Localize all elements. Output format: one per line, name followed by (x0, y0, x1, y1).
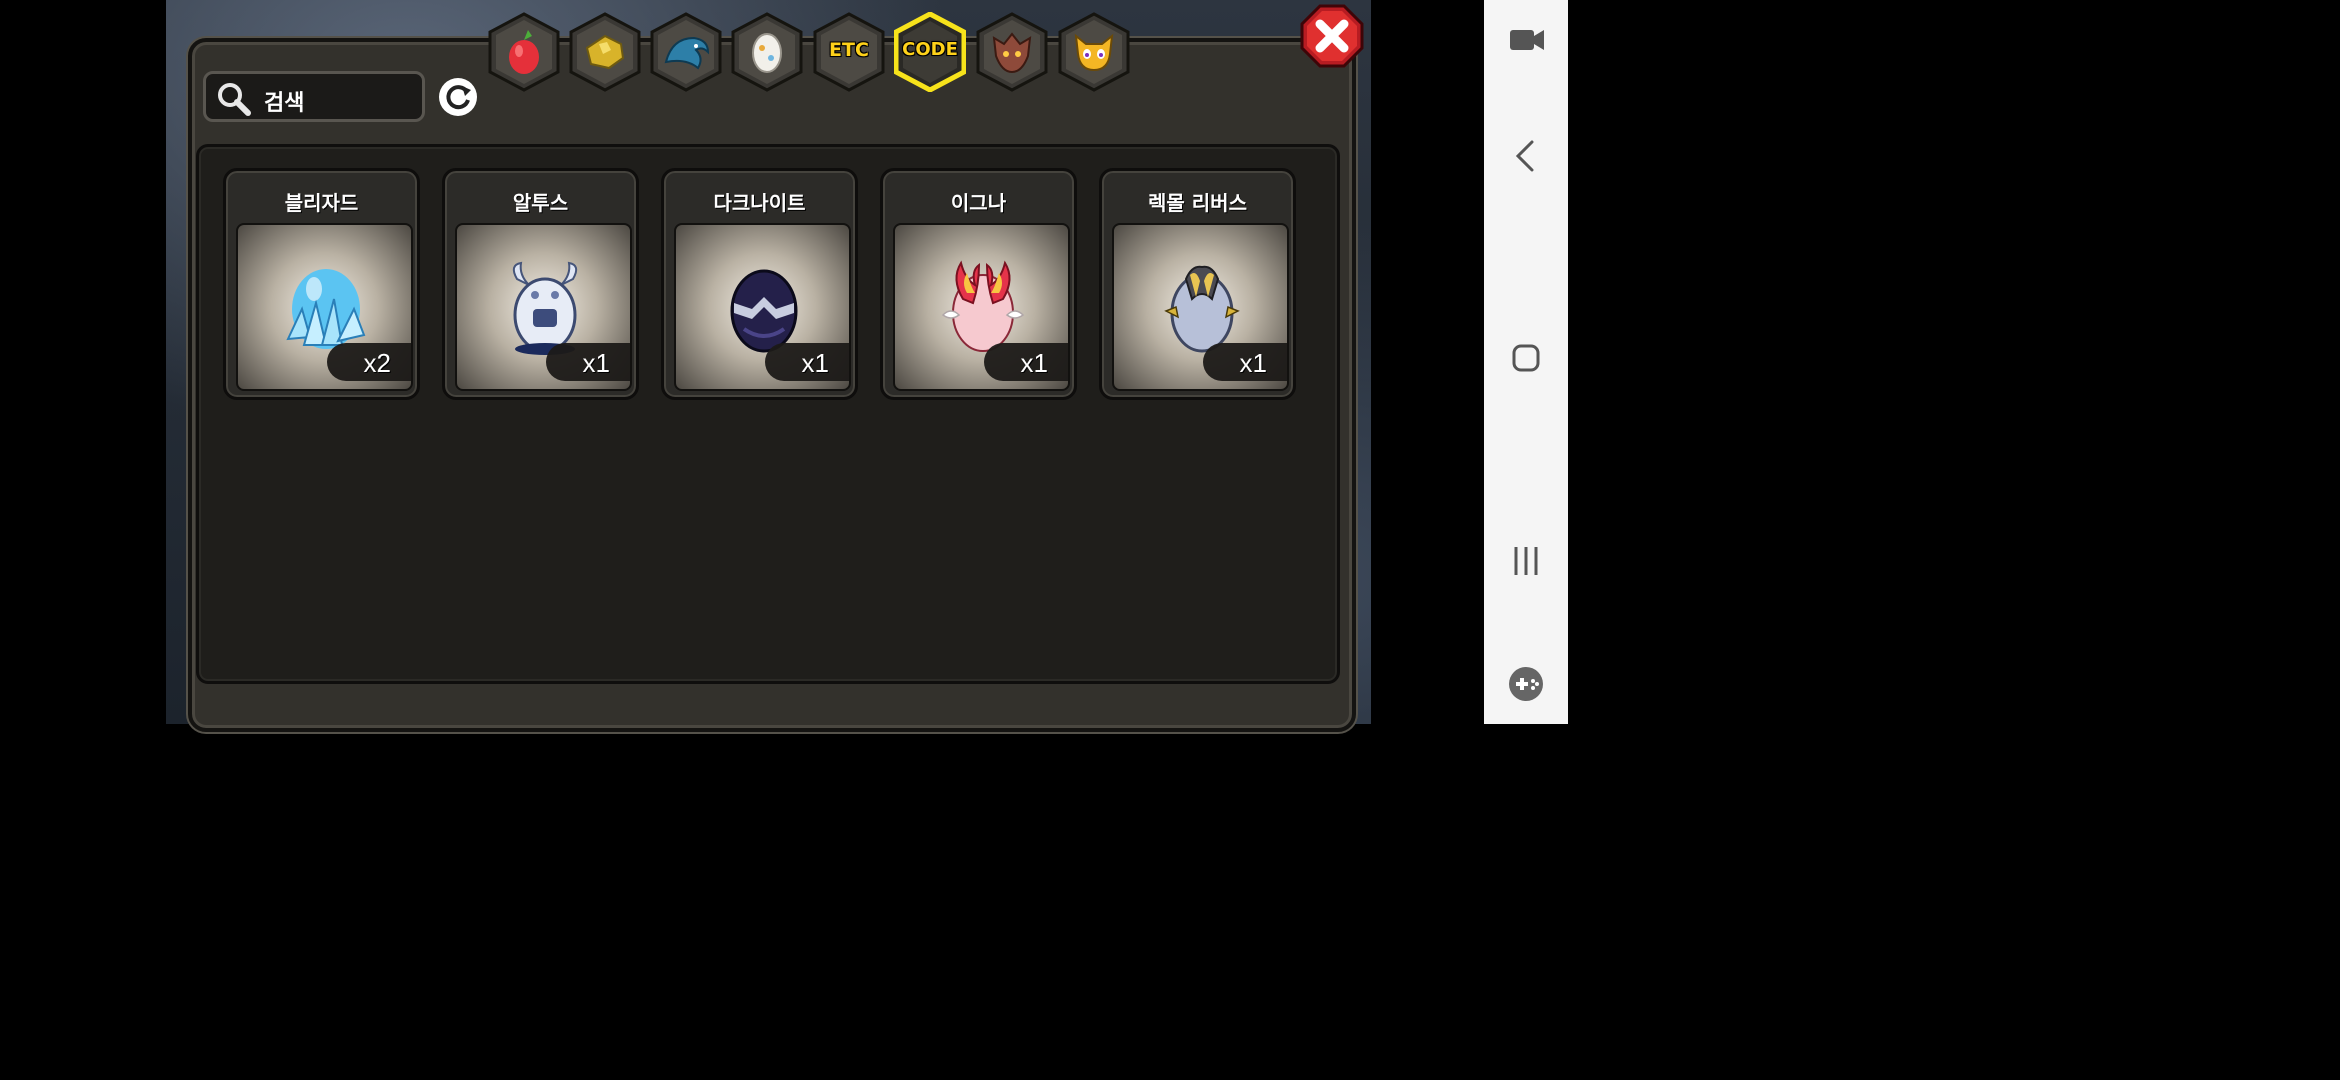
tab-egg[interactable] (731, 12, 803, 92)
item-frame: x1 (893, 223, 1070, 391)
item-frame: x2 (236, 223, 413, 391)
item-count: x2 (363, 348, 391, 378)
tab-beast[interactable] (976, 12, 1048, 92)
tab-code[interactable]: CODE (894, 12, 966, 92)
item-name: 블리자드 (284, 191, 359, 215)
tab-etc[interactable]: ETC (813, 12, 885, 92)
code-icon: CODE (902, 39, 958, 60)
pet-face-icon (1074, 33, 1114, 72)
red-fruit-icon (509, 30, 539, 74)
blue-dragon-icon (664, 36, 710, 70)
item-card-altus[interactable]: 알투스 x1 (442, 168, 639, 400)
item-frame: x1 (674, 223, 851, 391)
search-icon (218, 83, 251, 116)
tab-dragon[interactable] (650, 12, 722, 92)
game-tools-icon[interactable] (1506, 664, 1546, 704)
item-frame: x1 (455, 223, 632, 391)
item-count: x1 (801, 348, 829, 378)
item-name: 이그나 (950, 191, 1007, 215)
item-count: x1 (1020, 348, 1048, 378)
tab-material[interactable] (569, 12, 641, 92)
search-input[interactable]: 검색 (203, 71, 425, 122)
item-count: x1 (582, 348, 610, 378)
back-icon[interactable] (1506, 136, 1546, 176)
item-name: 렉몰 리버스 (1148, 191, 1247, 215)
video-camera-icon[interactable] (1506, 20, 1546, 60)
search-placeholder: 검색 (264, 91, 305, 116)
egg-icon (752, 33, 782, 73)
refresh-icon[interactable] (437, 76, 479, 118)
system-nav-bar (1484, 0, 1568, 724)
item-card-rexmol-reverse[interactable]: 렉몰 리버스 x1 (1099, 168, 1296, 400)
item-card-igna[interactable]: 이그나 x1 (880, 168, 1077, 400)
close-button[interactable] (1300, 4, 1364, 68)
gold-ore-icon (585, 34, 625, 70)
item-frame: x1 (1112, 223, 1289, 391)
etc-icon: ETC (829, 39, 869, 61)
item-card-darknight[interactable]: 다크나이트 x1 (661, 168, 858, 400)
item-name: 알투스 (512, 191, 569, 215)
tab-fruit[interactable] (488, 12, 560, 92)
item-card-blizzard[interactable]: 블리자드 x2 (223, 168, 420, 400)
beast-head-icon (992, 32, 1032, 74)
item-count: x1 (1239, 348, 1267, 378)
home-icon[interactable] (1506, 338, 1546, 378)
recent-apps-icon[interactable] (1506, 541, 1546, 581)
item-name: 다크나이트 (713, 191, 806, 215)
tab-pet[interactable] (1058, 12, 1130, 92)
